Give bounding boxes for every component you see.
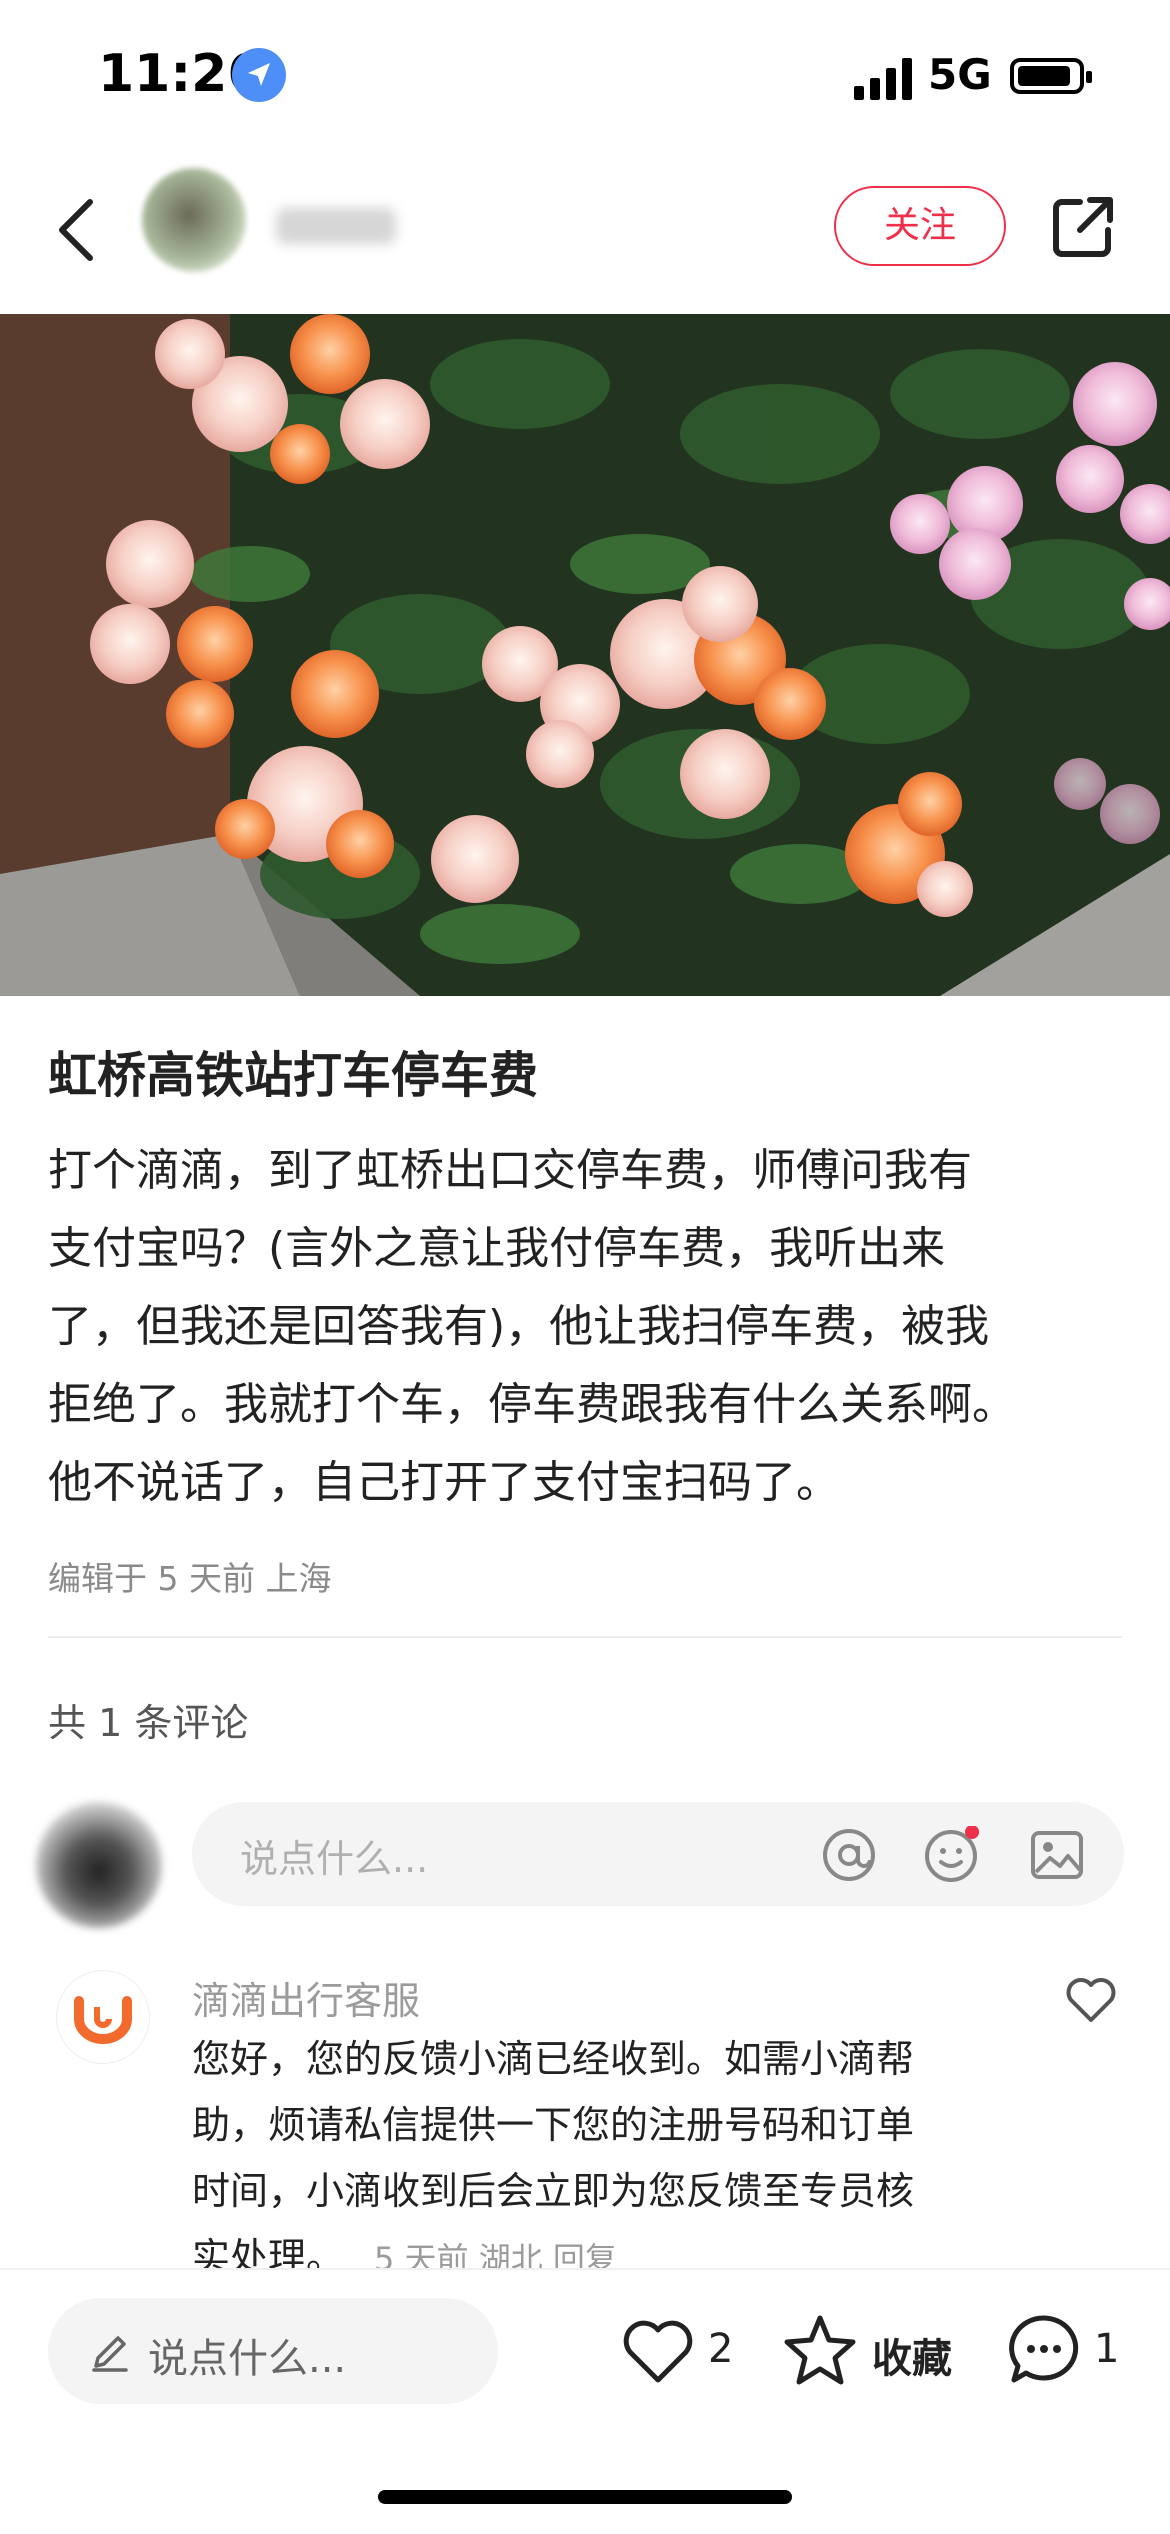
comment-line: 助，烦请私信提供一下您的注册号码和订单 [192,2103,915,2147]
home-indicator[interactable] [378,2490,792,2504]
comment-line: 您好，您的反馈小滴已经收到。如需小滴帮 [192,2037,915,2081]
post-body-line: 了，但我还是回答我有)，他让我扫停车费，被我 [48,1301,990,1352]
comment-count-label: 共 1 条评论 [48,1701,249,1745]
post-body-line: 支付宝吗？(言外之意让我付停车费，我听出来 [48,1223,946,1274]
battery-icon [1010,58,1092,94]
network-label: 5G [928,50,992,99]
comment-author[interactable]: 滴滴出行客服 [192,1970,420,2025]
post-photo-roses[interactable] [0,314,1170,996]
comment-like-heart-icon[interactable] [1062,1970,1120,2028]
post-title: 虹桥高铁站打车停车费 [48,1047,539,1104]
signal-icon [854,56,916,100]
star-icon[interactable] [780,2310,860,2394]
bottom-input-placeholder: 说点什么... [148,2336,347,2382]
status-bar: 11:26 5G [0,0,1170,150]
like-count: 2 [708,2326,734,2372]
author-name-blurred[interactable] [276,208,396,244]
follow-button[interactable]: 关注 [834,186,1006,266]
post-body: 打个滴滴，到了虹桥出口交停车费，师傅问我有 支付宝吗？(言外之意让我付停车费，我… [48,1132,1128,1522]
at-icon[interactable] [820,1826,878,1884]
comment-icon[interactable] [1004,2310,1084,2394]
like-heart-icon[interactable] [618,2310,698,2394]
post-body-line: 打个滴滴，到了虹桥出口交停车费，师傅问我有 [48,1145,972,1196]
comment-text: 您好，您的反馈小滴已经收到。如需小滴帮 助，烦请私信提供一下您的注册号码和订单 … [192,2026,1012,2292]
comment-line: 时间，小滴收到后会立即为您反馈至专员核 [192,2169,915,2213]
author-avatar[interactable] [142,168,246,272]
post-body-line: 他不说话了，自己打开了支付宝扫码了。 [48,1457,840,1508]
post-meta: 编辑于 5 天前 上海 [48,1559,332,1598]
emoji-icon[interactable] [922,1825,980,1884]
comment-input-placeholder: 说点什么... [240,1837,429,1881]
my-avatar [36,1802,162,1928]
comment-count: 1 [1094,2326,1120,2372]
divider [48,1636,1122,1638]
image-icon[interactable] [1028,1826,1086,1884]
share-icon[interactable] [1050,194,1116,260]
pencil-icon [88,2330,132,2378]
location-arrow-icon [232,48,286,102]
back-chevron-icon[interactable] [50,190,110,270]
collect-label[interactable]: 收藏 [872,2326,952,2384]
post-body-line: 拒绝了。我就打个车，停车费跟我有什么关系啊。 [48,1379,1016,1430]
didi-logo-icon[interactable] [56,1970,150,2064]
